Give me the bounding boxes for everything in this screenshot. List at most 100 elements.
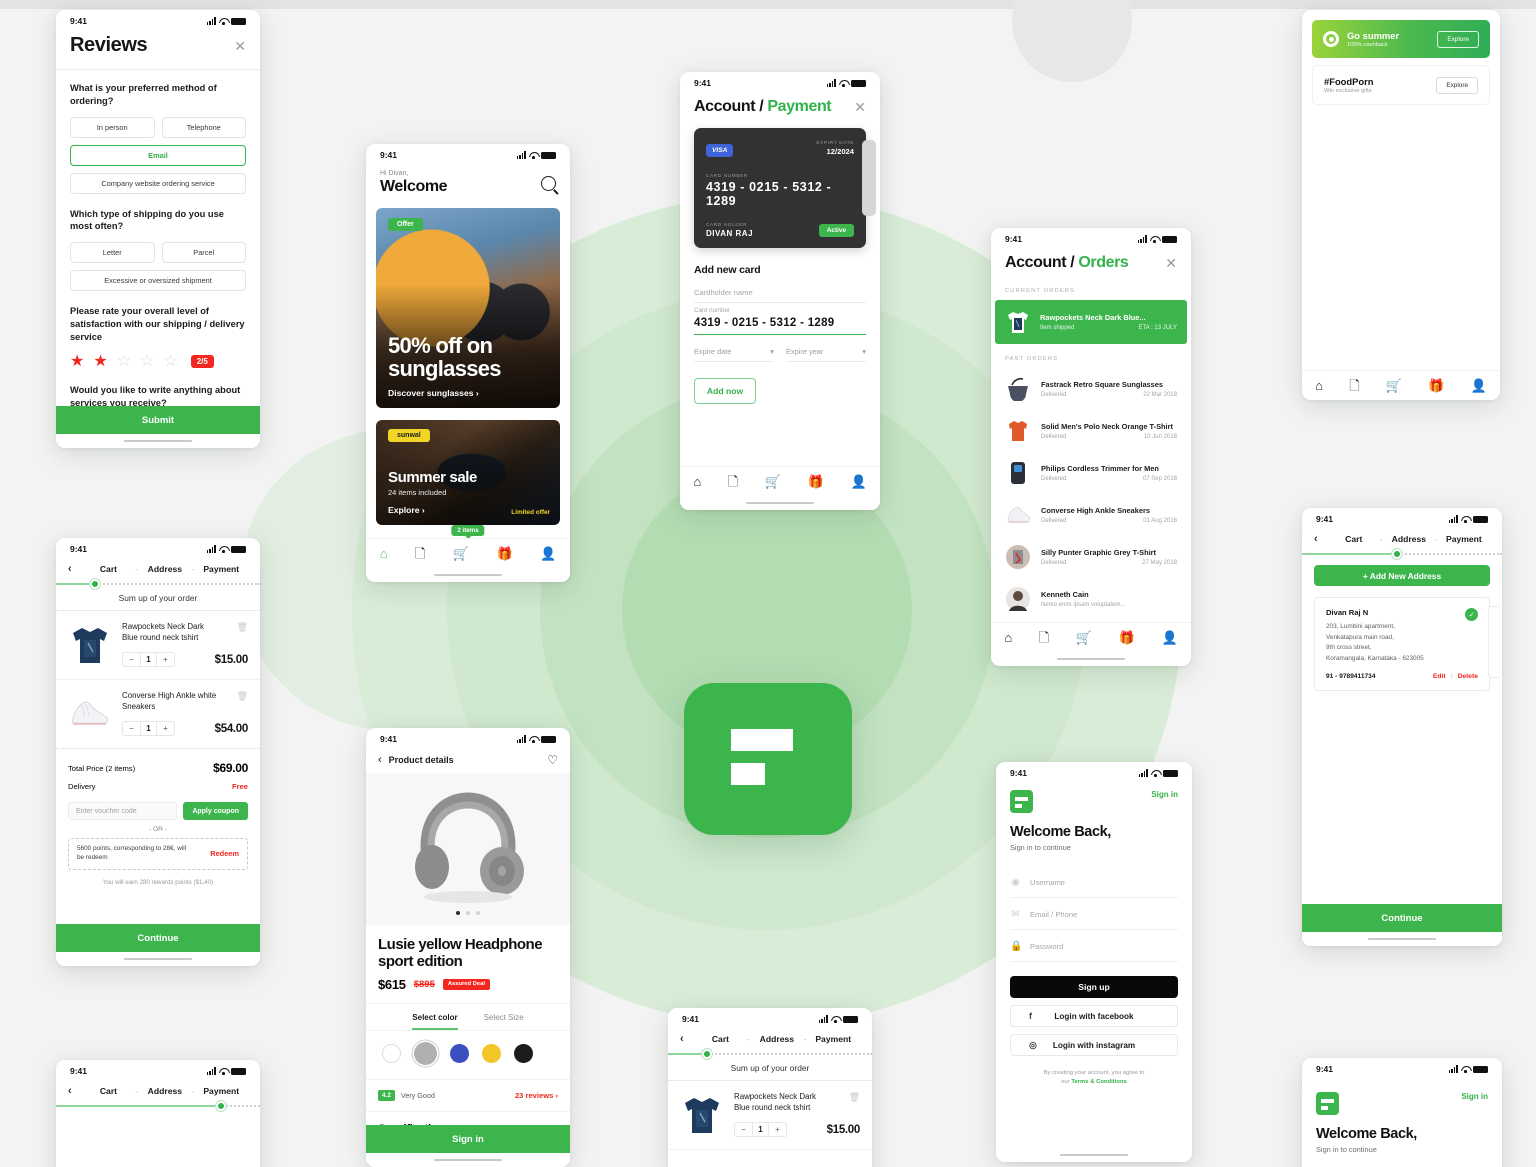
option-email[interactable]: Email — [70, 144, 246, 166]
email-field[interactable]: ✉ Email / Phone — [1010, 898, 1178, 930]
next-address-peek[interactable] — [1488, 606, 1499, 678]
explore-button[interactable]: Explore — [1436, 76, 1478, 94]
signin-link[interactable]: Sign in — [1461, 1092, 1488, 1101]
order-list-item[interactable]: Silly Punter Graphic Grey T-Shirt Delive… — [991, 536, 1191, 578]
swatch-white[interactable] — [382, 1043, 401, 1063]
signin-link[interactable]: Sign in — [1151, 790, 1178, 799]
next-card-peek[interactable] — [862, 140, 876, 216]
address-card[interactable]: Divan Raj N 203, Lumbini apartment, Venk… — [1314, 597, 1499, 692]
close-icon[interactable]: ✕ — [234, 39, 246, 53]
explore-button[interactable]: Explore — [1437, 30, 1479, 48]
voucher-input[interactable]: Enter voucher code — [68, 802, 178, 820]
tab-cart-icon[interactable]: 🛒 — [1076, 631, 1092, 644]
step-cart[interactable]: Cart — [82, 564, 136, 574]
delete-link[interactable]: Delete — [1458, 673, 1478, 680]
tab-home-icon[interactable]: ⌂ — [380, 547, 388, 560]
back-icon[interactable]: ‹ — [68, 563, 72, 575]
reviews-link[interactable]: 23 reviews › — [515, 1091, 558, 1100]
delete-icon[interactable]: 🗑 — [237, 622, 248, 633]
step-cart[interactable]: Cart — [1328, 534, 1380, 544]
tab-orders-icon[interactable]: 🗋 — [415, 547, 425, 560]
facebook-login-button[interactable]: f Login with facebook — [1010, 1005, 1178, 1027]
close-icon[interactable]: ✕ — [854, 100, 866, 114]
star-5-icon[interactable]: ☆ — [163, 353, 177, 370]
option-company-website[interactable]: Company website ordering service — [70, 172, 246, 194]
tab-gifts-icon[interactable]: 🎁 — [1428, 379, 1444, 392]
tab-cart-icon[interactable]: 🛒 — [765, 475, 781, 488]
increase-button[interactable]: + — [157, 653, 174, 666]
step-address[interactable]: Address — [1383, 534, 1435, 544]
step-cart[interactable]: Cart — [694, 1034, 748, 1044]
tab-gifts-icon[interactable]: 🎁 — [808, 475, 824, 488]
step-address[interactable]: Address — [138, 564, 192, 574]
step-address[interactable]: Address — [138, 1086, 192, 1096]
option-oversized[interactable]: Excessive or oversized shipment — [70, 270, 246, 292]
back-icon[interactable]: ‹ — [1314, 533, 1318, 545]
order-list-item[interactable]: Kenneth Cain Nemo enim ipsam voluptatem.… — [991, 578, 1191, 620]
delete-icon[interactable]: 🗑 — [849, 1092, 860, 1103]
expire-date-select[interactable]: Expire date ▾ — [694, 335, 774, 362]
tab-cart-icon[interactable]: 🛒 — [453, 547, 469, 560]
favorite-icon[interactable]: ♡ — [547, 753, 558, 767]
increase-button[interactable]: + — [157, 722, 174, 735]
instagram-login-button[interactable]: ◎ Login with instagram — [1010, 1034, 1178, 1056]
step-payment[interactable]: Payment — [194, 1086, 248, 1096]
step-payment[interactable]: Payment — [806, 1034, 860, 1044]
back-icon[interactable]: ‹ — [68, 1085, 72, 1097]
swatch-black[interactable] — [514, 1043, 533, 1063]
star-4-icon[interactable]: ☆ — [140, 353, 154, 370]
signup-button[interactable]: Sign up — [1010, 976, 1178, 998]
quantity-stepper[interactable]: − 1 + — [734, 1122, 787, 1138]
tab-orders-icon[interactable]: 🗋 — [1349, 379, 1359, 392]
star-2-icon[interactable]: ★ — [93, 353, 107, 370]
option-in-person[interactable]: In person — [70, 116, 155, 138]
username-field[interactable]: ◉ Username — [1010, 866, 1178, 898]
tab-home-icon[interactable]: ⌂ — [1004, 631, 1012, 644]
continue-button[interactable]: Continue — [1302, 904, 1502, 932]
tab-home-icon[interactable]: ⌂ — [1315, 379, 1323, 392]
promo-foodporn[interactable]: #FoodPorn Win exclusive gifts Explore — [1312, 65, 1490, 105]
delete-icon[interactable]: 🗑 — [237, 691, 248, 702]
card-number-field[interactable]: Card number 4319 - 0215 - 5312 - 1289 — [694, 303, 866, 335]
quantity-stepper[interactable]: − 1 + — [122, 652, 175, 668]
star-3-icon[interactable]: ☆ — [117, 353, 131, 370]
step-cart[interactable]: Cart — [82, 1086, 136, 1096]
order-list-item[interactable]: Philips Cordless Trimmer for Men Deliver… — [991, 452, 1191, 494]
submit-button[interactable]: Submit — [56, 406, 260, 434]
decrease-button[interactable]: − — [123, 722, 140, 735]
option-telephone[interactable]: Telephone — [161, 116, 246, 138]
terms-link[interactable]: Terms & Conditions — [1071, 1079, 1127, 1085]
swatch-blue[interactable] — [450, 1043, 469, 1063]
search-icon[interactable] — [541, 176, 556, 191]
step-payment[interactable]: Payment — [194, 564, 248, 574]
option-parcel[interactable]: Parcel — [161, 242, 246, 264]
decrease-button[interactable]: − — [123, 653, 140, 666]
order-list-item[interactable]: Converse High Ankle Sneakers Delivered 0… — [991, 494, 1191, 536]
tab-cart-icon[interactable]: 🛒 — [1386, 379, 1402, 392]
rating-stars[interactable]: ★ ★ ☆ ☆ ☆ 2/5 — [70, 353, 246, 370]
option-letter[interactable]: Letter — [70, 242, 155, 264]
tab-select-size[interactable]: Select Size — [484, 1013, 524, 1030]
promo-go-summer[interactable]: Go summer 100% cashback Explore — [1312, 20, 1490, 58]
star-1-icon[interactable]: ★ — [70, 353, 84, 370]
back-icon[interactable]: ‹ — [680, 1033, 684, 1045]
edit-link[interactable]: Edit — [1433, 673, 1446, 680]
tab-home-icon[interactable]: ⌂ — [693, 475, 701, 488]
tab-gifts-icon[interactable]: 🎁 — [1119, 631, 1135, 644]
tab-profile-icon[interactable]: 👤 — [851, 475, 867, 488]
signin-button[interactable]: Sign in — [366, 1125, 570, 1153]
add-now-button[interactable]: Add now — [694, 378, 756, 404]
current-order-row[interactable]: Rawpockets Neck Dark Blue... Item shippe… — [995, 300, 1187, 344]
swatch-grey[interactable] — [414, 1041, 437, 1065]
password-field[interactable]: 🔒 Password — [1010, 930, 1178, 962]
increase-button[interactable]: + — [769, 1123, 786, 1136]
redeem-button[interactable]: Redeem — [210, 849, 239, 858]
tab-orders-icon[interactable]: 🗋 — [728, 475, 738, 488]
tab-orders-icon[interactable]: 🗋 — [1039, 631, 1049, 644]
tab-gifts-icon[interactable]: 🎁 — [496, 547, 512, 560]
swatch-yellow[interactable] — [482, 1043, 501, 1063]
add-new-address-button[interactable]: + Add New Address — [1314, 565, 1490, 586]
back-icon[interactable]: ‹ — [378, 754, 382, 766]
decrease-button[interactable]: − — [735, 1123, 752, 1136]
order-list-item[interactable]: Solid Men's Polo Neck Orange T-Shirt Del… — [991, 410, 1191, 452]
